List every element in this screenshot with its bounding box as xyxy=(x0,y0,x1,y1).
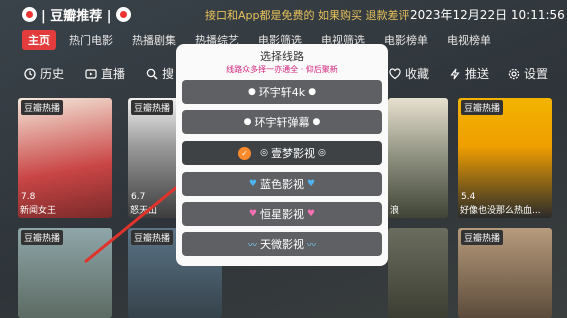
line-option[interactable]: 〰 天微影视 〰 xyxy=(182,232,382,256)
line-option-label: 天微影视 xyxy=(260,238,304,251)
sparkle-icon: ● xyxy=(243,117,252,127)
dialog-subtitle: 线路众多择一亦通全 · 仰后聚新 xyxy=(226,65,338,74)
target-icon: ◎ xyxy=(260,148,268,158)
sparkle-icon: ● xyxy=(308,87,317,97)
check-icon: ✓ xyxy=(238,146,252,160)
heart-icon: ♥ xyxy=(307,209,316,219)
sparkle-icon: ● xyxy=(312,117,321,127)
line-option-label: 环宇轩4k xyxy=(258,86,306,99)
wave-icon: 〰 xyxy=(247,240,257,251)
heart-icon: ♥ xyxy=(307,179,316,189)
line-option-label: 蓝色影视 xyxy=(260,178,304,191)
line-option-label: 壹梦影视 xyxy=(271,147,315,160)
sparkle-icon: ● xyxy=(247,87,256,97)
dialog-title: 选择线路 xyxy=(260,50,304,63)
line-option[interactable]: ♥ 恒星影视 ♥ xyxy=(182,202,382,226)
target-icon: ◎ xyxy=(318,148,326,158)
line-option[interactable]: ● 环宇轩弹幕 ● xyxy=(182,110,382,134)
line-option-label: 环宇轩弹幕 xyxy=(254,116,310,129)
heart-icon: ♥ xyxy=(248,179,257,189)
wave-icon: 〰 xyxy=(307,240,317,251)
line-option-label: 恒星影视 xyxy=(260,208,304,221)
heart-icon: ♥ xyxy=(248,209,257,219)
line-select-dialog: 选择线路 线路众多择一亦通全 · 仰后聚新 ● 环宇轩4k ● ● 环宇轩弹幕 … xyxy=(176,44,388,266)
line-option[interactable]: ♥ 蓝色影视 ♥ xyxy=(182,172,382,196)
line-option[interactable]: ● 环宇轩4k ● xyxy=(182,80,382,104)
line-option-selected[interactable]: ✓ ◎ 壹梦影视 ◎ xyxy=(182,141,382,165)
